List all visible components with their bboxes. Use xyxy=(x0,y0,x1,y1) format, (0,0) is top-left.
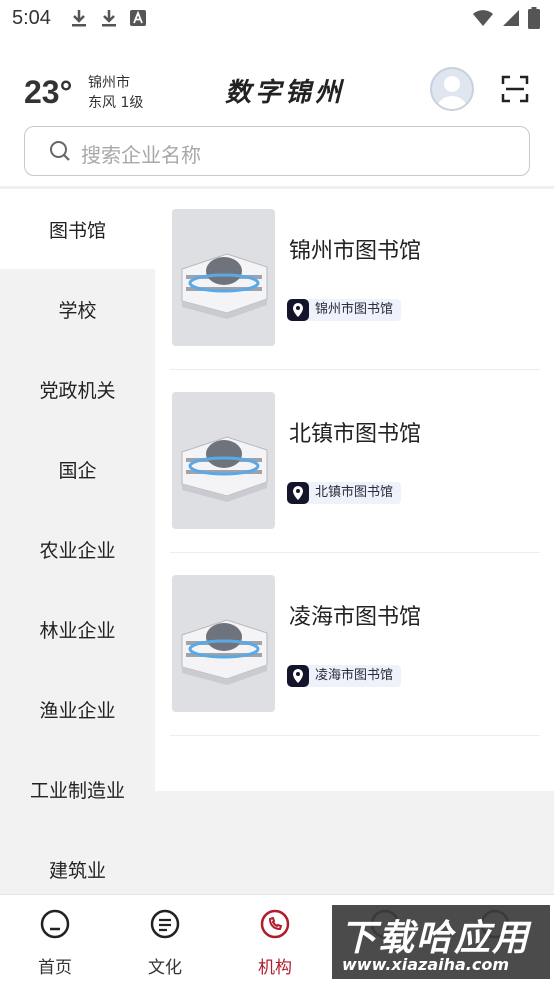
sidebar-item-agriculture[interactable]: 农业企业 xyxy=(0,509,155,589)
location-pin-icon xyxy=(287,482,309,504)
location-tag: 北镇市图书馆 xyxy=(287,482,402,504)
search-input[interactable]: 搜索企业名称 xyxy=(24,126,530,176)
sidebar-item-fishery[interactable]: 渔业企业 xyxy=(0,669,155,749)
library-thumbnail xyxy=(172,392,275,529)
institution-title: 北镇市图书馆 xyxy=(289,422,422,447)
avatar[interactable] xyxy=(430,67,474,111)
home-icon xyxy=(40,909,70,939)
sidebar-item-manufacturing[interactable]: 工业制造业 xyxy=(0,749,155,829)
scan-icon[interactable] xyxy=(500,74,530,104)
sidebar-item-school[interactable]: 学校 xyxy=(0,269,155,349)
download-icon xyxy=(72,10,86,27)
sidebar-item-state-enterprise[interactable]: 国企 xyxy=(0,429,155,509)
watermark-sub: www.xiazaiha.com xyxy=(342,955,510,974)
wifi-icon xyxy=(473,10,493,26)
location-pin-icon xyxy=(287,665,309,687)
list-item[interactable]: 北镇市图书馆 北镇市图书馆 xyxy=(170,372,540,553)
nav-culture[interactable]: 文化 xyxy=(110,895,220,984)
institution-list: 锦州市图书馆 锦州市图书馆 北镇市图书馆 北镇市图书馆 凌海市图书馆 凌海市图书… xyxy=(155,189,554,791)
sidebar-item-library[interactable]: 图书馆 xyxy=(0,189,155,269)
weather-wind: 东风 1级 xyxy=(88,95,144,111)
location-tag-label: 锦州市图书馆 xyxy=(315,302,394,317)
location-tag: 凌海市图书馆 xyxy=(287,665,402,687)
battery-icon xyxy=(528,7,540,29)
nav-home-label: 首页 xyxy=(38,958,72,978)
status-time: 5:04 xyxy=(12,7,51,29)
list-end-area xyxy=(155,791,554,894)
institution-title: 锦州市图书馆 xyxy=(289,239,422,264)
institution-title: 凌海市图书馆 xyxy=(289,605,422,630)
library-thumbnail xyxy=(172,575,275,712)
institution-icon xyxy=(260,909,290,939)
search-placeholder: 搜索企业名称 xyxy=(81,143,201,167)
font-a-icon xyxy=(130,10,146,26)
weather-city: 锦州市 xyxy=(88,75,130,91)
culture-icon xyxy=(150,909,180,939)
nav-institution[interactable]: 机构 xyxy=(220,895,330,984)
location-tag: 锦州市图书馆 xyxy=(287,299,402,321)
watermark-main: 下载哈应用 xyxy=(340,918,531,959)
status-notifications xyxy=(70,8,146,28)
location-tag-label: 北镇市图书馆 xyxy=(315,485,394,500)
search-icon xyxy=(50,141,70,161)
sidebar-item-government[interactable]: 党政机关 xyxy=(0,349,155,429)
library-thumbnail xyxy=(172,209,275,346)
status-system xyxy=(472,7,540,29)
status-bar: 5:04 xyxy=(0,0,554,40)
category-sidebar: 图书馆 学校 党政机关 国企 农业企业 林业企业 渔业企业 工业制造业 建筑业 xyxy=(0,189,155,894)
watermark: 下载哈应用 www.xiazaiha.com xyxy=(332,905,550,979)
sidebar-item-forestry[interactable]: 林业企业 xyxy=(0,589,155,669)
weather-temperature: 23° xyxy=(24,74,73,110)
nav-culture-label: 文化 xyxy=(148,958,182,978)
download-icon xyxy=(102,10,116,27)
signal-icon xyxy=(503,10,519,26)
nav-institution-label: 机构 xyxy=(258,958,292,978)
app-title: 数字锦州 xyxy=(225,78,346,108)
list-item[interactable]: 凌海市图书馆 凌海市图书馆 xyxy=(170,555,540,736)
header: 23° 锦州市 东风 1级 数字锦州 xyxy=(0,60,554,120)
location-pin-icon xyxy=(287,299,309,321)
list-item[interactable]: 锦州市图书馆 锦州市图书馆 xyxy=(170,189,540,370)
nav-home[interactable]: 首页 xyxy=(0,895,110,984)
user-avatar-icon xyxy=(437,76,467,109)
location-tag-label: 凌海市图书馆 xyxy=(315,668,394,683)
